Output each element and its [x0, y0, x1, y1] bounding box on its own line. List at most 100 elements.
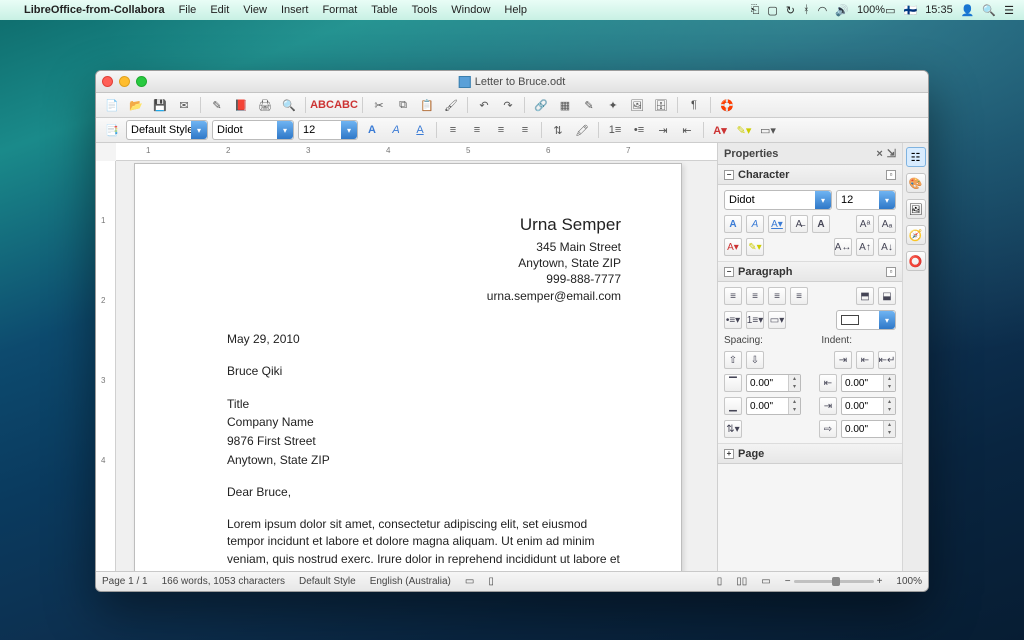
autospell-button[interactable]: ABC: [336, 95, 356, 115]
status-view-multi[interactable]: ▯▯: [736, 576, 747, 587]
tab-gallery[interactable]: 🖼: [906, 199, 926, 219]
inc-indent[interactable]: ⇥: [834, 351, 852, 369]
dec-indent[interactable]: ⇤: [856, 351, 874, 369]
sidebar-superscript-button[interactable]: Aᵃ: [856, 215, 874, 233]
decrease-indent-button[interactable]: ⇤: [677, 120, 697, 140]
sync-icon[interactable]: ↻: [786, 4, 795, 17]
spacing-above-input[interactable]: 0.00"▴▾: [746, 374, 801, 392]
export-pdf-button[interactable]: 📕: [231, 95, 251, 115]
indent-after-input[interactable]: 0.00"▴▾: [841, 397, 896, 415]
sidebar-italic-button[interactable]: A: [746, 215, 764, 233]
status-zoom[interactable]: 100%: [896, 576, 922, 587]
menu-tools[interactable]: Tools: [412, 4, 438, 16]
status-view-single[interactable]: ▯: [717, 576, 723, 587]
sidebar-shadow-button[interactable]: A: [812, 215, 830, 233]
para-vert2[interactable]: ⬓: [878, 287, 896, 305]
print-preview-button[interactable]: 🔍: [279, 95, 299, 115]
window-zoom-button[interactable]: [136, 76, 147, 87]
status-page[interactable]: Page 1 / 1: [102, 576, 148, 587]
app-name[interactable]: LibreOffice-from-Collabora: [24, 4, 165, 16]
sidebar-fontcolor-button[interactable]: A▾: [724, 238, 742, 256]
tab-styles[interactable]: 🎨: [906, 173, 926, 193]
window-titlebar[interactable]: Letter to Bruce.odt: [96, 71, 928, 93]
redo-button[interactable]: ↷: [498, 95, 518, 115]
format-paintbrush-button[interactable]: 🖌: [441, 95, 461, 115]
line-spacing-button[interactable]: ⇅: [548, 120, 568, 140]
menu-window[interactable]: Window: [451, 4, 490, 16]
indent-before-input[interactable]: 0.00"▴▾: [841, 374, 896, 392]
clock[interactable]: 15:35: [925, 4, 953, 16]
edit-mode-button[interactable]: ✎: [207, 95, 227, 115]
inc-para-spacing[interactable]: ⇧: [724, 351, 742, 369]
sidebar-underline-button[interactable]: A▾: [768, 215, 786, 233]
background-color-button[interactable]: ▭▾: [758, 120, 778, 140]
font-size-combo[interactable]: 12▾: [298, 120, 358, 140]
character-panel-header[interactable]: −Character▫: [718, 165, 902, 185]
highlight-button[interactable]: 🖍: [572, 120, 592, 140]
nonprinting-button[interactable]: ¶: [684, 95, 704, 115]
status-view-book[interactable]: ▭: [761, 576, 770, 587]
status-selection-mode[interactable]: ▯: [488, 576, 494, 587]
sidebar-subscript-button[interactable]: Aₐ: [878, 215, 896, 233]
para-align-right[interactable]: ≡: [768, 287, 786, 305]
zoom-slider[interactable]: −+: [785, 576, 883, 587]
tray-inbox-icon[interactable]: ⎗: [751, 4, 760, 17]
paragraph-style-combo[interactable]: Default Style▾: [126, 120, 208, 140]
bold-button[interactable]: A: [362, 120, 382, 140]
wifi-icon[interactable]: ◠: [818, 4, 828, 17]
status-words[interactable]: 166 words, 1053 characters: [162, 576, 285, 587]
sidebar-size-combo[interactable]: 12▾: [836, 190, 896, 210]
align-left-button[interactable]: ≡: [443, 120, 463, 140]
numbered-list-button[interactable]: 1≡: [605, 120, 625, 140]
page-panel-header[interactable]: +Page: [718, 444, 902, 464]
menu-extras-icon[interactable]: ☰: [1004, 4, 1014, 17]
para-align-left[interactable]: ≡: [724, 287, 742, 305]
print-button[interactable]: 🖨: [255, 95, 275, 115]
para-border-combo[interactable]: ▾: [836, 310, 896, 330]
menu-help[interactable]: Help: [504, 4, 527, 16]
font-name-combo[interactable]: Didot▾: [212, 120, 294, 140]
styles-button[interactable]: 📑: [102, 120, 122, 140]
sidebar-shrink-button[interactable]: A↓: [878, 238, 896, 256]
user-icon[interactable]: 👤: [961, 4, 975, 17]
open-button[interactable]: 📂: [126, 95, 146, 115]
paragraph-panel-header[interactable]: −Paragraph▫: [718, 262, 902, 282]
menu-format[interactable]: Format: [322, 4, 357, 16]
para-numbers[interactable]: 1≡▾: [746, 311, 764, 329]
highlight-color-button[interactable]: ✎▾: [734, 120, 754, 140]
copy-button[interactable]: ⧉: [393, 95, 413, 115]
airplay-icon[interactable]: ▢: [767, 4, 777, 17]
tab-properties[interactable]: ☷: [906, 147, 926, 167]
menu-file[interactable]: File: [179, 4, 197, 16]
input-flag[interactable]: 🇫🇮: [903, 4, 917, 17]
para-align-justify[interactable]: ≡: [790, 287, 808, 305]
font-color-button[interactable]: A▾: [710, 120, 730, 140]
menu-edit[interactable]: Edit: [210, 4, 229, 16]
volume-icon[interactable]: 🔊: [835, 4, 849, 17]
tab-functions[interactable]: ⭕: [906, 251, 926, 271]
sidebar-font-combo[interactable]: Didot▾: [724, 190, 832, 210]
menu-insert[interactable]: Insert: [281, 4, 309, 16]
menu-table[interactable]: Table: [371, 4, 397, 16]
para-bullets[interactable]: •≡▾: [724, 311, 742, 329]
para-align-center[interactable]: ≡: [746, 287, 764, 305]
menu-view[interactable]: View: [243, 4, 267, 16]
cut-button[interactable]: ✂: [369, 95, 389, 115]
window-minimize-button[interactable]: [119, 76, 130, 87]
sidebar-bold-button[interactable]: A: [724, 215, 742, 233]
new-button[interactable]: 📄: [102, 95, 122, 115]
para-bg[interactable]: ▭▾: [768, 311, 786, 329]
undo-button[interactable]: ↶: [474, 95, 494, 115]
bulleted-list-button[interactable]: •≡: [629, 120, 649, 140]
indent-first-input[interactable]: 0.00"▴▾: [841, 420, 896, 438]
tab-navigator[interactable]: 🧭: [906, 225, 926, 245]
gallery-button[interactable]: 🖼: [627, 95, 647, 115]
sidebar-undock-icon[interactable]: ⇲: [887, 147, 896, 160]
align-center-button[interactable]: ≡: [467, 120, 487, 140]
battery-status[interactable]: 100% ▭: [857, 4, 896, 17]
spellcheck-button[interactable]: ABC: [312, 95, 332, 115]
data-sources-button[interactable]: 🗄: [651, 95, 671, 115]
underline-button[interactable]: A: [410, 120, 430, 140]
sidebar-spacing-button[interactable]: A↔: [834, 238, 852, 256]
sidebar-strike-button[interactable]: A̶: [790, 215, 808, 233]
